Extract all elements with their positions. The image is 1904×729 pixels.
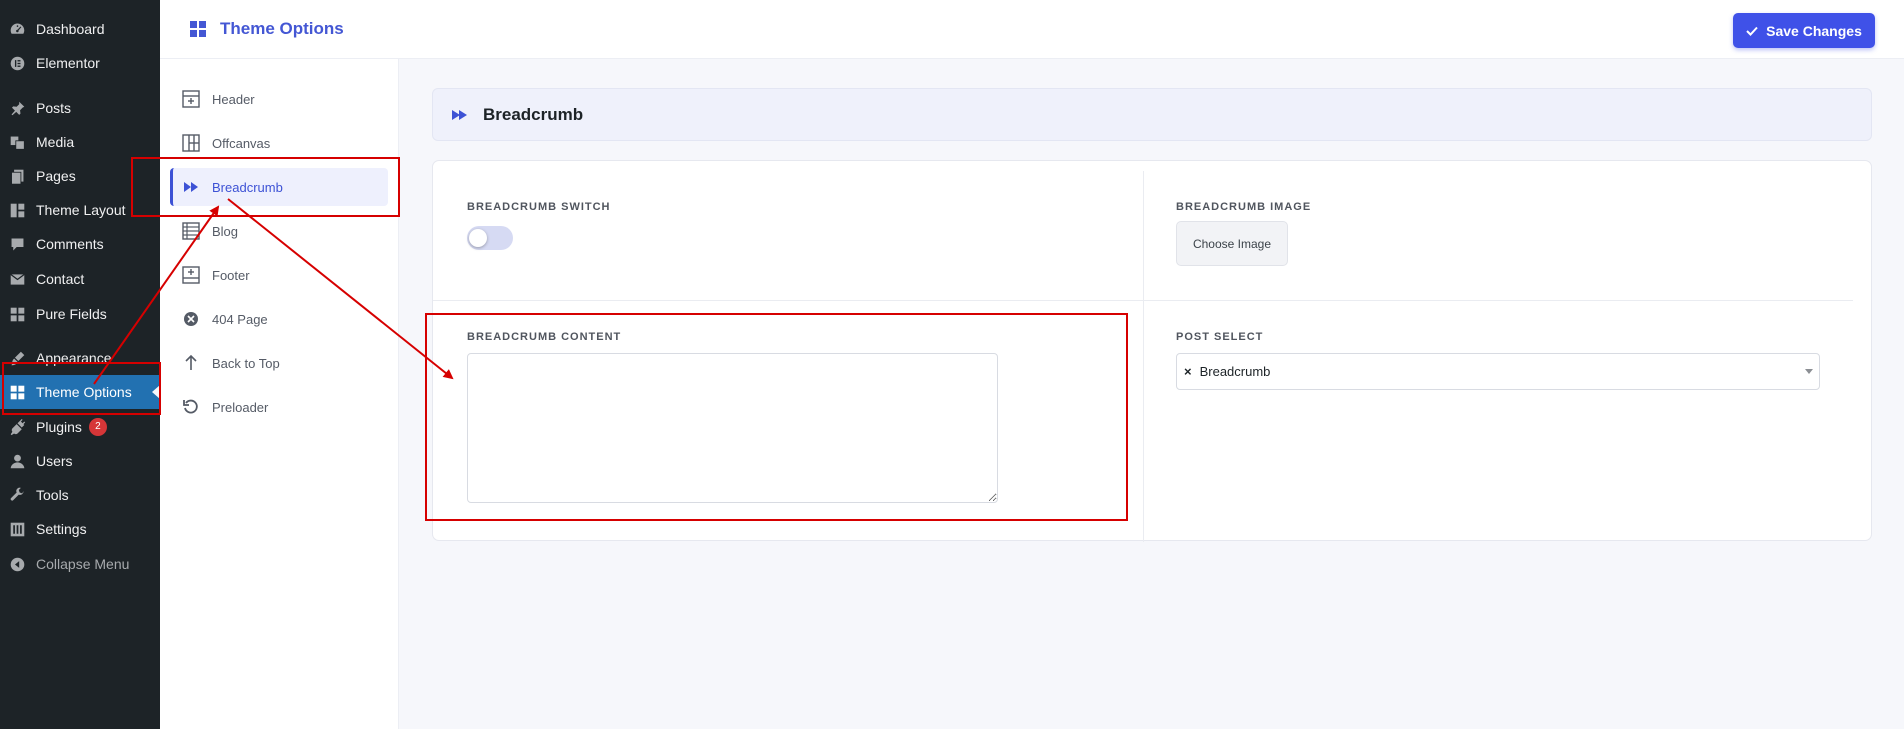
- wp-menu-users[interactable]: Users: [0, 444, 160, 478]
- wp-menu-label: Pure Fields: [36, 306, 107, 322]
- dashboard-icon: [10, 23, 25, 34]
- nav-item-back-to-top[interactable]: Back to Top: [170, 344, 388, 382]
- pages-icon: [11, 169, 24, 185]
- nav-item-blog[interactable]: Blog: [170, 212, 388, 250]
- wp-menu-media[interactable]: Media: [0, 125, 160, 159]
- wp-menu-label: Posts: [36, 100, 72, 116]
- layout-icon: [10, 203, 25, 217]
- checkmark-icon: [1746, 26, 1758, 36]
- nav-item-label: Preloader: [212, 399, 269, 415]
- save-changes-label: Save Changes: [1766, 22, 1862, 39]
- nav-item-footer[interactable]: Footer: [170, 256, 388, 294]
- wp-menu-contact[interactable]: Contact: [0, 262, 160, 296]
- post-select-value: Breadcrumb: [1199, 364, 1271, 379]
- grid-icon: [10, 307, 25, 321]
- collapse-icon: [10, 557, 25, 571]
- header-layout-icon: [182, 90, 200, 108]
- nav-item-label: 404 Page: [212, 311, 268, 327]
- x-circle-icon: [184, 312, 198, 326]
- wp-menu-label: Dashboard: [36, 21, 105, 37]
- nav-item-header[interactable]: Header: [170, 80, 388, 118]
- plugin-icon: [10, 418, 26, 435]
- theme-options-header: Theme Options Save Changes: [160, 0, 1904, 59]
- breadcrumb-image-label: BREADCRUMB IMAGE: [1176, 201, 1312, 213]
- nav-item-label: Back to Top: [212, 355, 280, 371]
- fast-forward-icon: [452, 109, 467, 120]
- page-title-group: Theme Options: [190, 19, 344, 39]
- arrow-up-icon: [185, 354, 197, 370]
- wp-menu-label: Media: [36, 134, 75, 150]
- post-select-field[interactable]: × Breadcrumb: [1176, 353, 1820, 390]
- column-divider: [1143, 171, 1144, 542]
- reload-icon: [183, 399, 198, 414]
- wp-menu-label: Tools: [36, 487, 69, 503]
- row-divider: [433, 300, 1853, 301]
- offcanvas-layout-icon: [182, 134, 200, 152]
- save-changes-button[interactable]: Save Changes: [1733, 13, 1875, 48]
- breadcrumb-switch-toggle[interactable]: [467, 226, 513, 250]
- wp-menu-dashboard[interactable]: Dashboard: [0, 12, 160, 46]
- blog-list-icon: [182, 222, 200, 240]
- remove-selection-icon[interactable]: ×: [1184, 364, 1192, 379]
- wp-menu-posts[interactable]: Posts: [0, 91, 160, 125]
- section-title: Breadcrumb: [483, 104, 584, 124]
- nav-item-404-page[interactable]: 404 Page: [170, 300, 388, 338]
- chevron-down-icon[interactable]: [1805, 369, 1813, 374]
- wp-menu-collapse[interactable]: Collapse Menu: [0, 547, 160, 581]
- wp-menu-settings[interactable]: Settings: [0, 512, 160, 546]
- toggle-knob: [469, 229, 487, 247]
- wp-menu-pure-fields[interactable]: Pure Fields: [0, 297, 160, 331]
- wp-menu-label: Collapse Menu: [36, 556, 130, 572]
- wp-menu-label: Plugins: [36, 419, 82, 435]
- wp-menu-label: Comments: [36, 236, 104, 252]
- elementor-icon: [10, 56, 25, 70]
- annotation-box-theme-options: [2, 362, 161, 415]
- breadcrumb-switch-label: BREADCRUMB SWITCH: [467, 201, 611, 213]
- nav-item-label: Header: [212, 91, 255, 107]
- mail-icon: [10, 273, 25, 285]
- wp-menu-label: Theme Layout: [36, 202, 126, 218]
- choose-image-button[interactable]: Choose Image: [1176, 221, 1288, 266]
- media-icon: [10, 136, 25, 150]
- nav-item-label: Offcanvas: [212, 135, 271, 151]
- pin-icon: [11, 101, 25, 115]
- wp-menu-label: Contact: [36, 271, 85, 287]
- annotation-box-breadcrumb-content: [425, 313, 1128, 521]
- plugins-update-badge: 2: [88, 418, 107, 436]
- wrench-icon: [10, 487, 24, 501]
- settings-icon: [10, 522, 25, 536]
- section-header: Breadcrumb: [432, 88, 1872, 141]
- page-title: Theme Options: [220, 19, 344, 38]
- user-icon: [10, 454, 25, 468]
- comment-icon: [11, 238, 24, 250]
- wp-menu-label: Settings: [36, 521, 87, 537]
- wp-menu-plugins[interactable]: Plugins 2: [0, 410, 160, 444]
- annotation-box-breadcrumb-nav: [131, 157, 400, 217]
- wp-menu-label: Pages: [36, 168, 76, 184]
- grid-icon: [190, 21, 206, 37]
- nav-item-preloader[interactable]: Preloader: [170, 388, 388, 426]
- wp-menu-comments[interactable]: Comments: [0, 227, 160, 261]
- wp-menu-label: Users: [36, 453, 73, 469]
- wp-menu-label: Elementor: [36, 55, 100, 71]
- wp-menu-tools[interactable]: Tools: [0, 478, 160, 512]
- nav-item-label: Footer: [212, 267, 250, 283]
- wp-menu-elementor[interactable]: Elementor: [0, 46, 160, 80]
- post-select-label: POST SELECT: [1176, 331, 1264, 343]
- nav-item-label: Blog: [212, 223, 239, 239]
- footer-layout-icon: [182, 266, 200, 284]
